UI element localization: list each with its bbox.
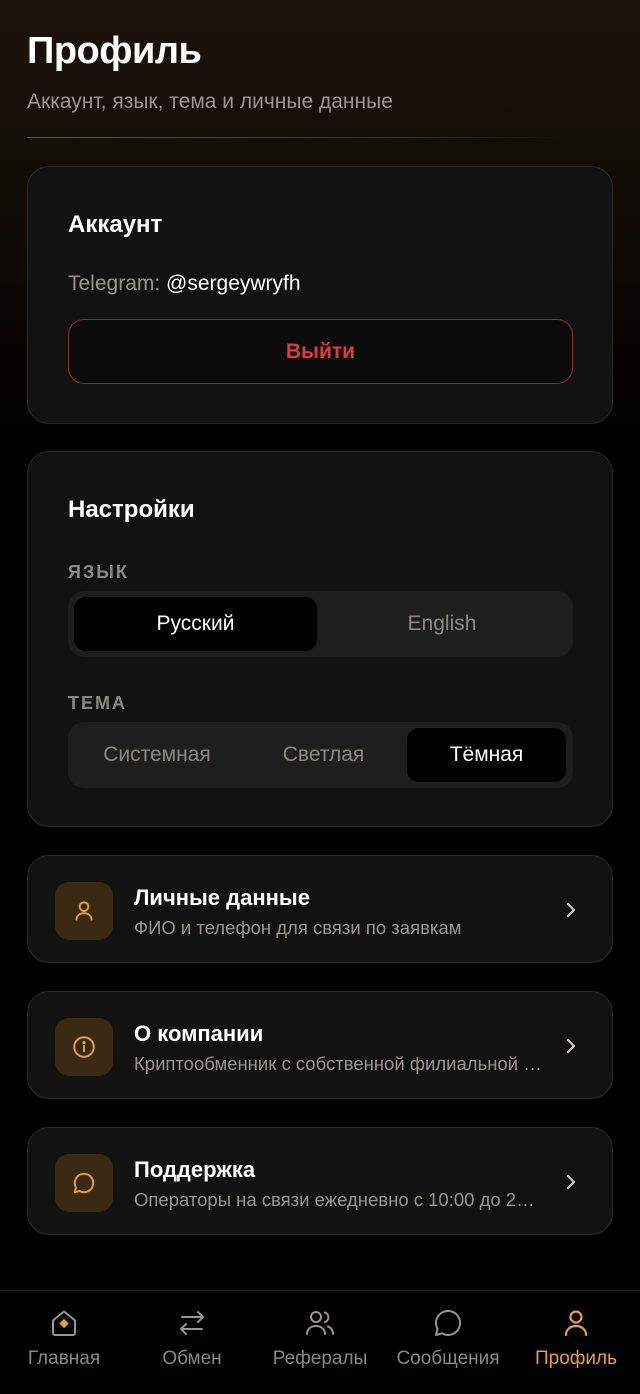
settings-title: Настройки xyxy=(68,496,195,523)
language-option-russian[interactable]: Русский xyxy=(74,597,317,651)
bottom-tab-bar: Главная Обмен Рефералы Сообщения Профиль xyxy=(0,1290,640,1394)
page-subtitle: Аккаунт, язык, тема и личные данные xyxy=(27,90,393,113)
telegram-label: Telegram: xyxy=(68,272,161,295)
tab-exchange[interactable]: Обмен xyxy=(128,1291,256,1394)
referrals-icon xyxy=(306,1311,334,1335)
header-divider xyxy=(27,137,572,138)
tab-label: Рефералы xyxy=(272,1348,368,1369)
telegram-username: @sergeywryfh xyxy=(166,272,301,295)
tab-label: Сообщения xyxy=(396,1348,500,1369)
theme-switcher: Системная Светлая Тёмная xyxy=(68,722,573,788)
menu-item-title: О компании xyxy=(134,1021,264,1046)
theme-option-dark[interactable]: Тёмная xyxy=(407,728,566,782)
telegram-line: Telegram: @sergeywryfh xyxy=(68,270,301,298)
menu-item-personal-data[interactable]: Личные данные ФИО и телефон для связи по… xyxy=(27,855,613,963)
tab-label: Главная xyxy=(27,1348,101,1369)
messages-icon xyxy=(435,1309,462,1336)
page-header: Профиль Аккаунт, язык, тема и личные дан… xyxy=(27,28,613,116)
profile-screen: Профиль Аккаунт, язык, тема и личные дан… xyxy=(0,0,640,1394)
home-icon xyxy=(52,1310,76,1336)
account-title: Аккаунт xyxy=(68,211,163,238)
tab-referrals[interactable]: Рефералы xyxy=(256,1291,384,1394)
tab-messages[interactable]: Сообщения xyxy=(384,1291,512,1394)
menu-item-title: Личные данные xyxy=(134,885,310,910)
theme-option-system[interactable]: Системная xyxy=(74,728,240,782)
info-icon xyxy=(55,1018,113,1076)
language-option-english[interactable]: English xyxy=(317,597,567,651)
menu-item-title: Поддержка xyxy=(134,1157,256,1182)
tab-label: Обмен xyxy=(162,1348,222,1369)
tab-profile[interactable]: Профиль xyxy=(512,1291,640,1394)
menu-item-support[interactable]: Поддержка Операторы на связи ежедневно с… xyxy=(27,1127,613,1235)
chevron-right-icon xyxy=(566,902,576,918)
account-card: Аккаунт Telegram: @sergeywryfh Выйти xyxy=(27,166,613,424)
menu-item-description: Операторы на связи ежедневно с 10:00 до … xyxy=(134,1189,544,1210)
page-title: Профиль xyxy=(27,30,202,72)
logout-button[interactable]: Выйти xyxy=(68,319,573,384)
user-icon xyxy=(55,882,113,940)
chevron-right-icon xyxy=(566,1174,576,1190)
theme-label: ТЕМА xyxy=(68,693,127,713)
exchange-icon xyxy=(180,1311,204,1335)
tab-label: Профиль xyxy=(534,1348,618,1369)
settings-card: Настройки ЯЗЫК Русский English ТЕМА Сист… xyxy=(27,451,613,827)
tab-home[interactable]: Главная xyxy=(0,1291,128,1394)
profile-icon xyxy=(564,1310,588,1337)
menu-item-about-company[interactable]: О компании Криптообменник с собственной … xyxy=(27,991,613,1099)
menu-item-description: Криптообменник с собственной филиальной … xyxy=(134,1053,544,1074)
language-label: ЯЗЫК xyxy=(68,562,129,582)
chevron-right-icon xyxy=(566,1038,576,1054)
menu-item-description: ФИО и телефон для связи по заявкам xyxy=(134,917,462,938)
chat-icon xyxy=(55,1154,113,1212)
theme-option-light[interactable]: Светлая xyxy=(240,728,407,782)
language-switcher: Русский English xyxy=(68,591,573,657)
